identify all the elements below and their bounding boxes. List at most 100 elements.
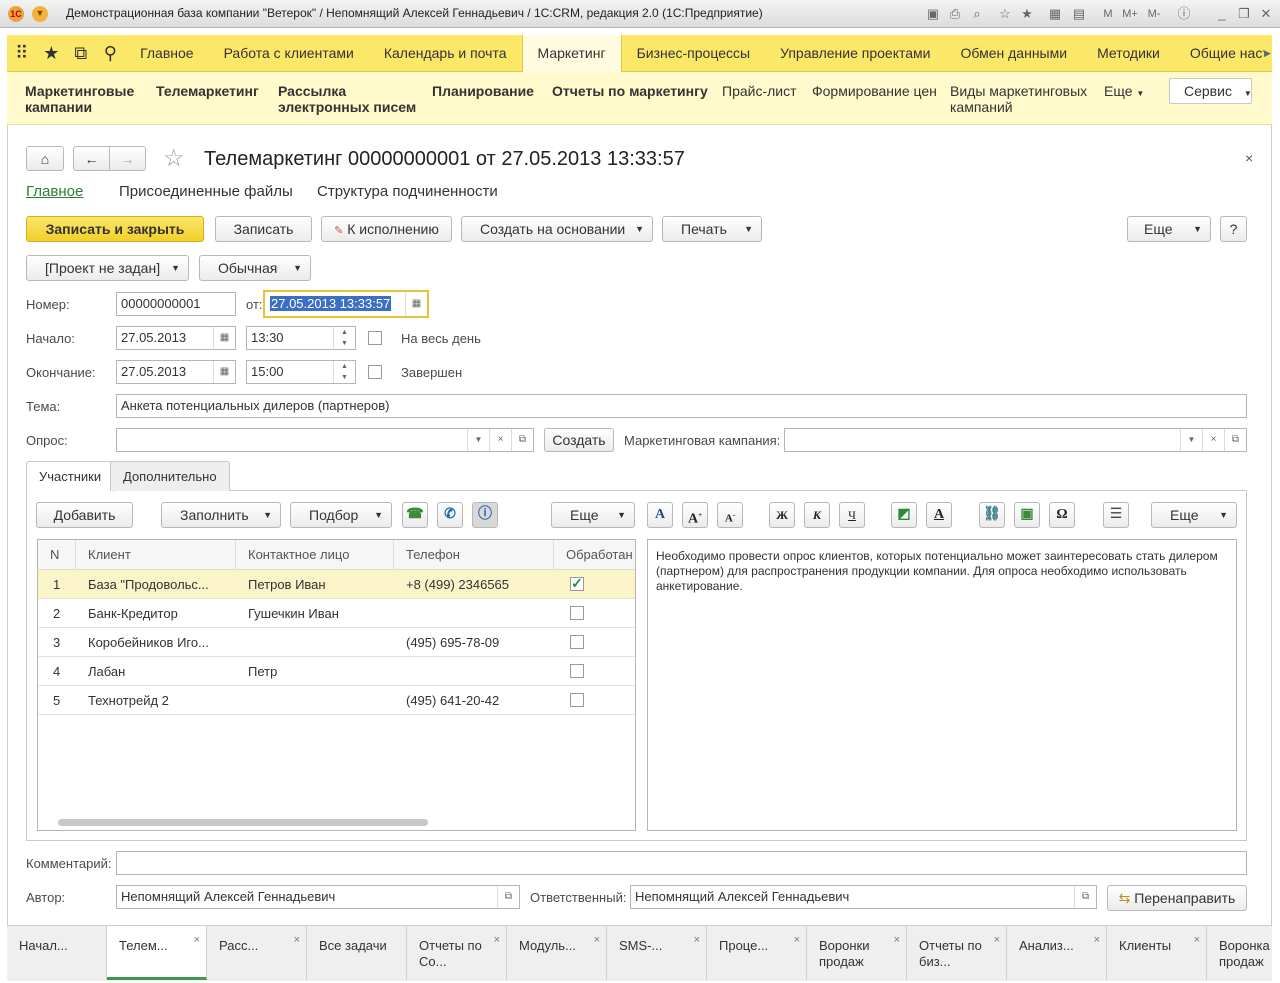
image-icon[interactable]: ▣: [1014, 502, 1040, 528]
close-tab-icon[interactable]: ×: [194, 932, 200, 948]
text-color-icon[interactable]: A: [926, 502, 952, 528]
memory-m-icon[interactable]: M: [1100, 6, 1116, 22]
author-field[interactable]: Непомнящий Алексей Геннадьевич ⧉: [116, 885, 520, 909]
calculator-icon[interactable]: ▦: [1047, 6, 1063, 22]
font-decrease-icon[interactable]: A-: [717, 502, 743, 528]
table-row[interactable]: 4 Лабан Петр: [38, 657, 635, 686]
window-tab[interactable]: Проце... ×: [707, 926, 807, 980]
tab-files[interactable]: Присоединенные файлы: [119, 183, 293, 200]
back-button[interactable]: ←: [73, 146, 110, 171]
clear-icon[interactable]: ×: [489, 429, 511, 451]
nav-planning[interactable]: Планирование: [432, 83, 534, 99]
nav-more[interactable]: Еще ▼: [1104, 83, 1144, 102]
nav-campaigns[interactable]: Маркетинговые кампании: [25, 83, 145, 115]
table-row[interactable]: 2 Банк-Кредитор Гушечкин Иван: [38, 599, 635, 628]
more-button[interactable]: Еще ▼: [1127, 216, 1211, 242]
window-tab[interactable]: Воронка продаж: [1207, 926, 1280, 980]
close-tab-icon[interactable]: ×: [694, 932, 700, 948]
section-calendar[interactable]: Календарь и почта: [369, 35, 522, 72]
comment-field[interactable]: [116, 851, 1247, 875]
memory-mplus-icon[interactable]: M+: [1122, 6, 1138, 22]
favorites-add-icon[interactable]: ☆: [997, 6, 1013, 22]
close-tab-icon[interactable]: ×: [1094, 932, 1100, 948]
preview-icon[interactable]: ⌕: [969, 6, 985, 22]
responsible-field[interactable]: Непомнящий Алексей Геннадьевич ⧉: [630, 885, 1097, 909]
project-select[interactable]: [Проект не задан] ▼: [26, 255, 189, 281]
save-button[interactable]: Записать: [215, 216, 312, 242]
window-tab[interactable]: Отчеты по биз... ×: [907, 926, 1007, 980]
column-header-client[interactable]: Клиент: [76, 540, 236, 570]
calendar-icon[interactable]: ▤: [1071, 6, 1087, 22]
phone-call-icon[interactable]: ✆: [437, 502, 463, 528]
window-tab[interactable]: Начал...: [7, 926, 107, 980]
window-tab[interactable]: Телем... ×: [107, 926, 207, 980]
table-row[interactable]: 3 Коробейников Иго... (495) 695-78-09: [38, 628, 635, 657]
processed-checkbox[interactable]: ✓: [570, 576, 584, 591]
close-window-icon[interactable]: ✕: [1258, 6, 1274, 22]
time-stepper-icon[interactable]: ▲ ▼: [333, 361, 355, 383]
clear-icon[interactable]: ×: [1202, 429, 1224, 451]
history-icon[interactable]: ⧉: [66, 35, 96, 72]
bold-icon[interactable]: Ж: [769, 502, 795, 528]
pick-button[interactable]: Подбор ▼: [290, 502, 392, 528]
calendar-icon[interactable]: ▦: [405, 292, 427, 316]
create-poll-button[interactable]: Создать: [544, 428, 614, 452]
restore-icon[interactable]: ❐: [1236, 6, 1252, 22]
chat-icon[interactable]: ☎: [402, 502, 428, 528]
favorite-star-icon[interactable]: ☆: [163, 144, 185, 173]
list-icon[interactable]: ☰: [1103, 502, 1129, 528]
close-tab-icon[interactable]: ×: [1194, 932, 1200, 948]
chevron-down-icon[interactable]: ▼: [467, 429, 489, 451]
create-based-button[interactable]: Создать на основании ▼: [461, 216, 653, 242]
save-icon[interactable]: ▣: [925, 6, 941, 22]
add-button[interactable]: Добавить: [36, 502, 133, 528]
priority-select[interactable]: Обычная ▼: [199, 255, 311, 281]
info-toggle-icon[interactable]: ⓘ: [472, 502, 498, 528]
info-icon[interactable]: ⓘ: [1176, 6, 1192, 22]
calendar-icon[interactable]: ▦: [213, 327, 235, 349]
close-tab-icon[interactable]: ×: [594, 932, 600, 948]
section-bp[interactable]: Бизнес-процессы: [622, 35, 765, 72]
nav-mailing[interactable]: Рассылка электронных писем: [278, 83, 418, 115]
font-increase-icon[interactable]: A+: [682, 502, 708, 528]
window-tab[interactable]: Анализ... ×: [1007, 926, 1107, 980]
window-tab[interactable]: Клиенты ×: [1107, 926, 1207, 980]
open-icon[interactable]: ⧉: [497, 886, 519, 908]
window-tab[interactable]: Отчеты по Со... ×: [407, 926, 507, 980]
close-tab-icon[interactable]: ×: [794, 932, 800, 948]
italic-icon[interactable]: К: [804, 502, 830, 528]
table-row[interactable]: 5 Технотрейд 2 (495) 641-20-42: [38, 686, 635, 715]
window-tab[interactable]: Воронки продаж ×: [807, 926, 907, 980]
fill-button[interactable]: Заполнить ▼: [161, 502, 281, 528]
print-button[interactable]: Печать ▼: [662, 216, 762, 242]
description-editor[interactable]: Необходимо провести опрос клиентов, кото…: [647, 539, 1237, 831]
processed-checkbox[interactable]: [570, 693, 584, 707]
special-char-icon[interactable]: Ω: [1049, 502, 1075, 528]
processed-checkbox[interactable]: [570, 606, 584, 620]
section-methods[interactable]: Методики: [1082, 35, 1175, 72]
redirect-button[interactable]: ⇆ Перенаправить: [1107, 885, 1247, 911]
section-exchange[interactable]: Обмен данными: [946, 35, 1083, 72]
window-tab[interactable]: Все задачи: [307, 926, 407, 980]
tab-additional[interactable]: Дополнительно: [110, 461, 230, 491]
close-tab-icon[interactable]: ×: [994, 932, 1000, 948]
calendar-icon[interactable]: ▦: [213, 361, 235, 383]
end-time-field[interactable]: 15:00 ▲ ▼: [246, 360, 356, 384]
tab-participants[interactable]: Участники: [26, 461, 115, 492]
window-tab[interactable]: SMS-... ×: [607, 926, 707, 980]
window-tab[interactable]: Модуль... ×: [507, 926, 607, 980]
chevron-down-icon[interactable]: ▼: [1180, 429, 1202, 451]
window-tab[interactable]: Расс... ×: [207, 926, 307, 980]
close-tab-icon[interactable]: ×: [494, 932, 500, 948]
nav-pricing[interactable]: Формирование цен: [812, 83, 937, 99]
grid-more-button[interactable]: Еще ▼: [551, 502, 635, 528]
processed-checkbox[interactable]: [570, 664, 584, 678]
save-close-button[interactable]: Записать и закрыть: [26, 216, 204, 242]
section-clients[interactable]: Работа с клиентами: [209, 35, 369, 72]
open-icon[interactable]: ⧉: [1224, 429, 1246, 451]
help-button[interactable]: ?: [1220, 216, 1247, 242]
app-logo-icon[interactable]: 1С: [8, 6, 24, 22]
section-main[interactable]: Главное: [125, 35, 209, 72]
minimize-icon[interactable]: _: [1214, 6, 1230, 22]
open-icon[interactable]: ⧉: [511, 429, 533, 451]
